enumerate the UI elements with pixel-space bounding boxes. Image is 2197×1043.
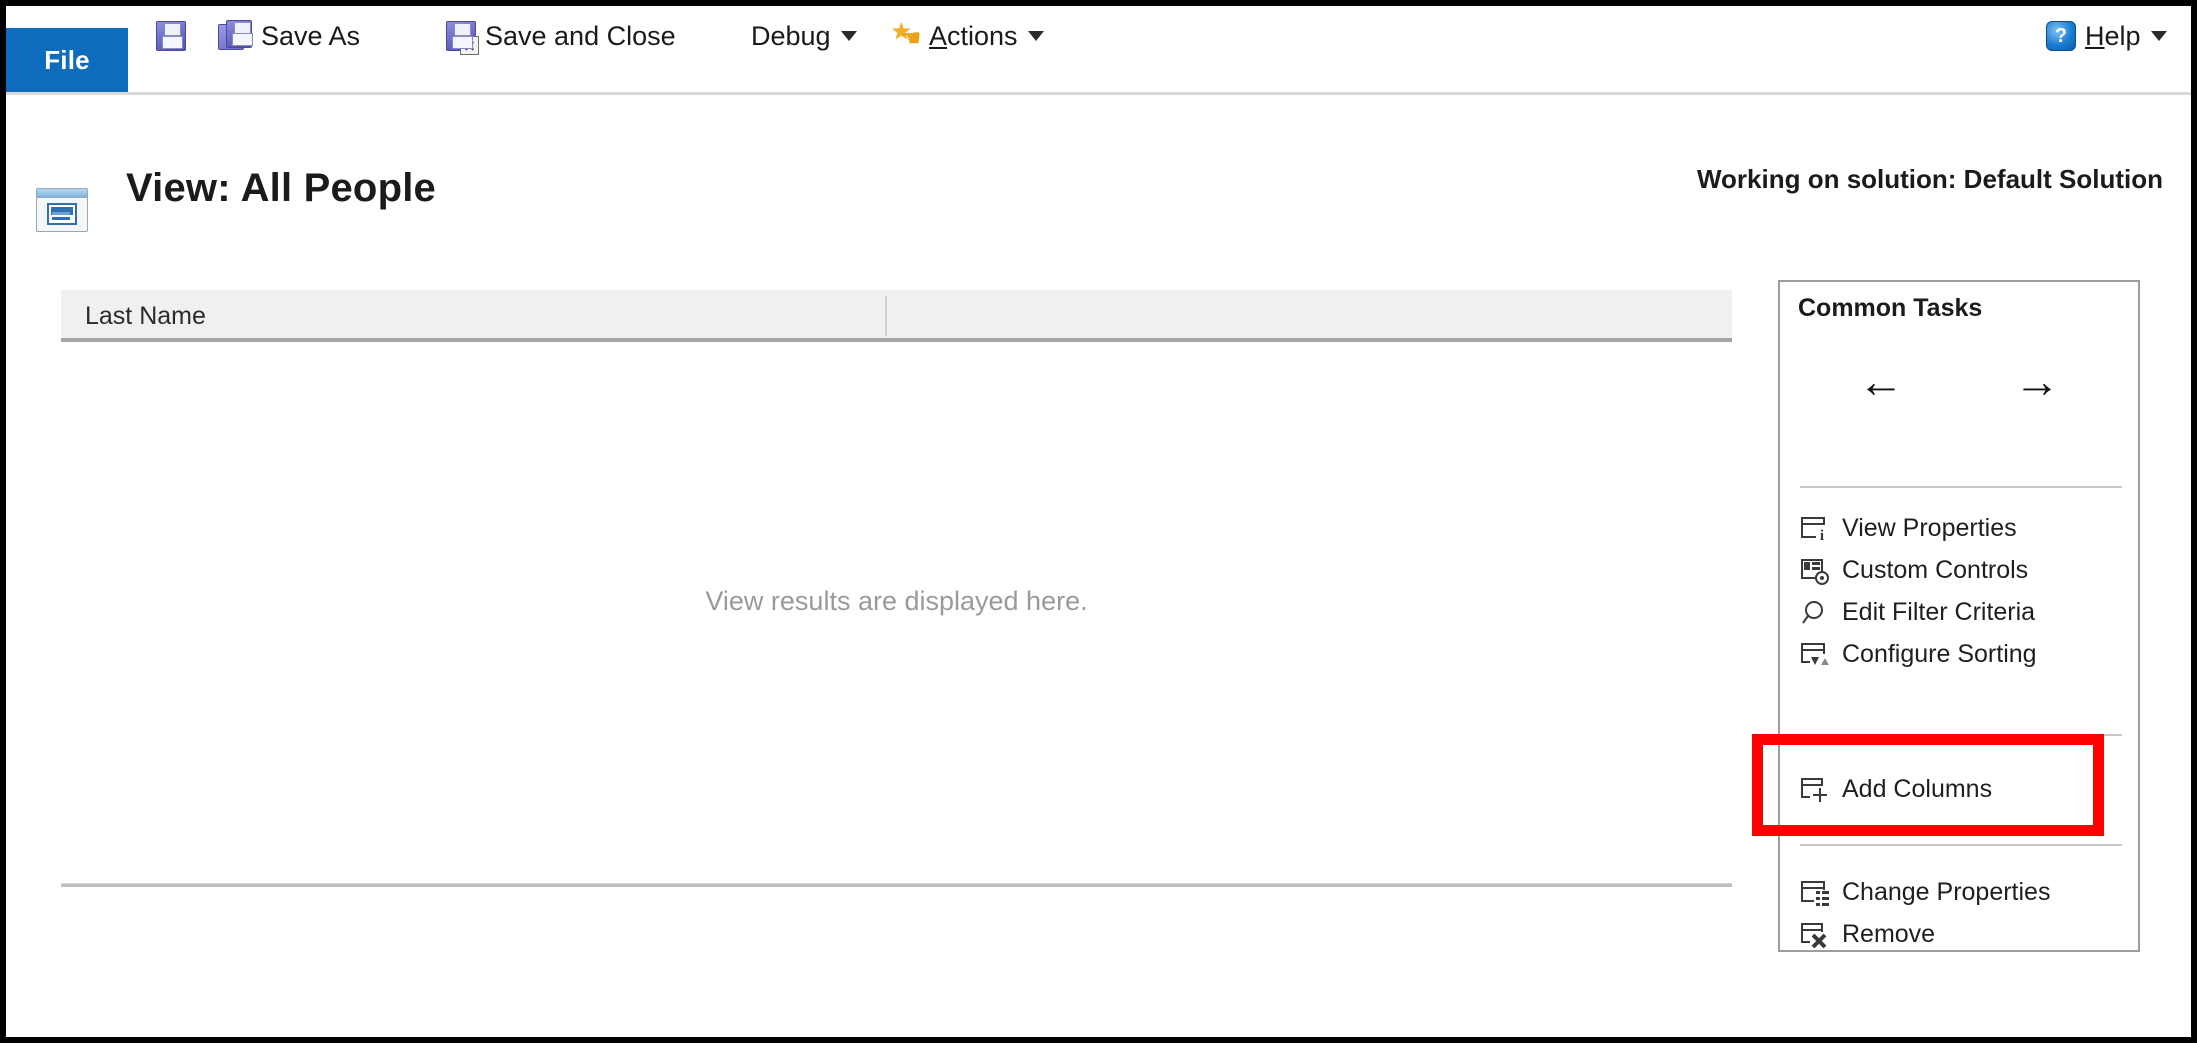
panel-divider (1800, 734, 2122, 736)
view-window-icon (36, 188, 88, 232)
navigation-arrows: ← → (1780, 358, 2138, 404)
actions-star-icon: ★ ☚ (891, 18, 922, 52)
debug-label: Debug (751, 20, 831, 51)
actions-label: Actions (929, 20, 1018, 51)
task-label: Remove (1842, 920, 1936, 948)
custom-controls-icon (1800, 557, 1830, 585)
save-and-close-button[interactable]: ✕ Save and Close (446, 14, 676, 58)
debug-menu-button[interactable]: Debug (751, 14, 857, 58)
help-question-icon: ? (2046, 21, 2076, 51)
application-window: File Save As ✕ Save and Close Debug ★ ☚ … (0, 0, 2197, 1043)
grid-bottom-divider (61, 883, 1732, 887)
task-label: View Properties (1842, 514, 2017, 542)
column-header-last-name[interactable]: Last Name (85, 302, 206, 331)
save-button[interactable] (156, 14, 186, 58)
page-title: View: All People (126, 166, 436, 210)
task-change-properties[interactable]: Change Properties (1800, 872, 2126, 913)
task-view-properties[interactable]: i View Properties (1800, 508, 2126, 549)
task-edit-filter-criteria[interactable]: Edit Filter Criteria (1800, 592, 2126, 633)
file-tab[interactable]: File (6, 28, 128, 92)
save-and-close-icon: ✕ (446, 21, 479, 55)
panel-divider (1800, 844, 2122, 846)
task-label: Custom Controls (1842, 556, 2029, 584)
save-as-label: Save As (261, 20, 361, 51)
task-remove[interactable]: Remove (1800, 914, 2126, 955)
ribbon-toolbar: File Save As ✕ Save and Close Debug ★ ☚ … (6, 6, 2191, 92)
chevron-down-icon (2150, 31, 2167, 41)
remove-column-icon (1800, 921, 1830, 949)
svg-text:i: i (1820, 528, 1824, 543)
common-tasks-title: Common Tasks (1798, 294, 1983, 322)
task-add-columns[interactable]: Add Columns (1800, 769, 2126, 810)
solution-context-label: Working on solution: Default Solution (1696, 164, 2163, 194)
column-resize-handle[interactable] (885, 296, 887, 336)
save-as-icon (218, 20, 253, 52)
add-column-icon (1800, 776, 1830, 804)
change-properties-icon (1800, 879, 1830, 907)
task-custom-controls[interactable]: Custom Controls (1800, 550, 2126, 591)
arrow-right-icon[interactable]: → (2014, 358, 2060, 404)
help-menu-button[interactable]: ? Help (2046, 14, 2167, 58)
chevron-down-icon (840, 31, 857, 41)
task-label: Add Columns (1842, 775, 1993, 803)
save-icon (156, 21, 186, 51)
ribbon-divider (6, 92, 2191, 95)
task-label: Edit Filter Criteria (1842, 598, 2036, 626)
task-label: Configure Sorting (1842, 640, 2037, 668)
magnifier-icon (1800, 599, 1830, 627)
grid-header: Last Name (61, 290, 1732, 342)
actions-menu-button[interactable]: ★ ☚ Actions (891, 14, 1044, 58)
sort-icon (1800, 641, 1830, 669)
close-x-badge: ✕ (460, 36, 479, 55)
task-label: Change Properties (1842, 878, 2051, 906)
common-tasks-panel: Common Tasks ← → i View Properties Custo… (1778, 280, 2140, 952)
grid-empty-placeholder: View results are displayed here. (705, 586, 1088, 616)
task-configure-sorting[interactable]: Configure Sorting (1800, 634, 2126, 675)
save-as-button[interactable]: Save As (218, 14, 360, 58)
help-label: Help (2085, 20, 2141, 51)
save-and-close-label: Save and Close (485, 20, 676, 51)
chevron-down-icon (1027, 31, 1044, 41)
arrow-left-icon[interactable]: ← (1858, 358, 1904, 404)
view-properties-icon: i (1800, 515, 1830, 543)
panel-divider (1800, 486, 2122, 488)
